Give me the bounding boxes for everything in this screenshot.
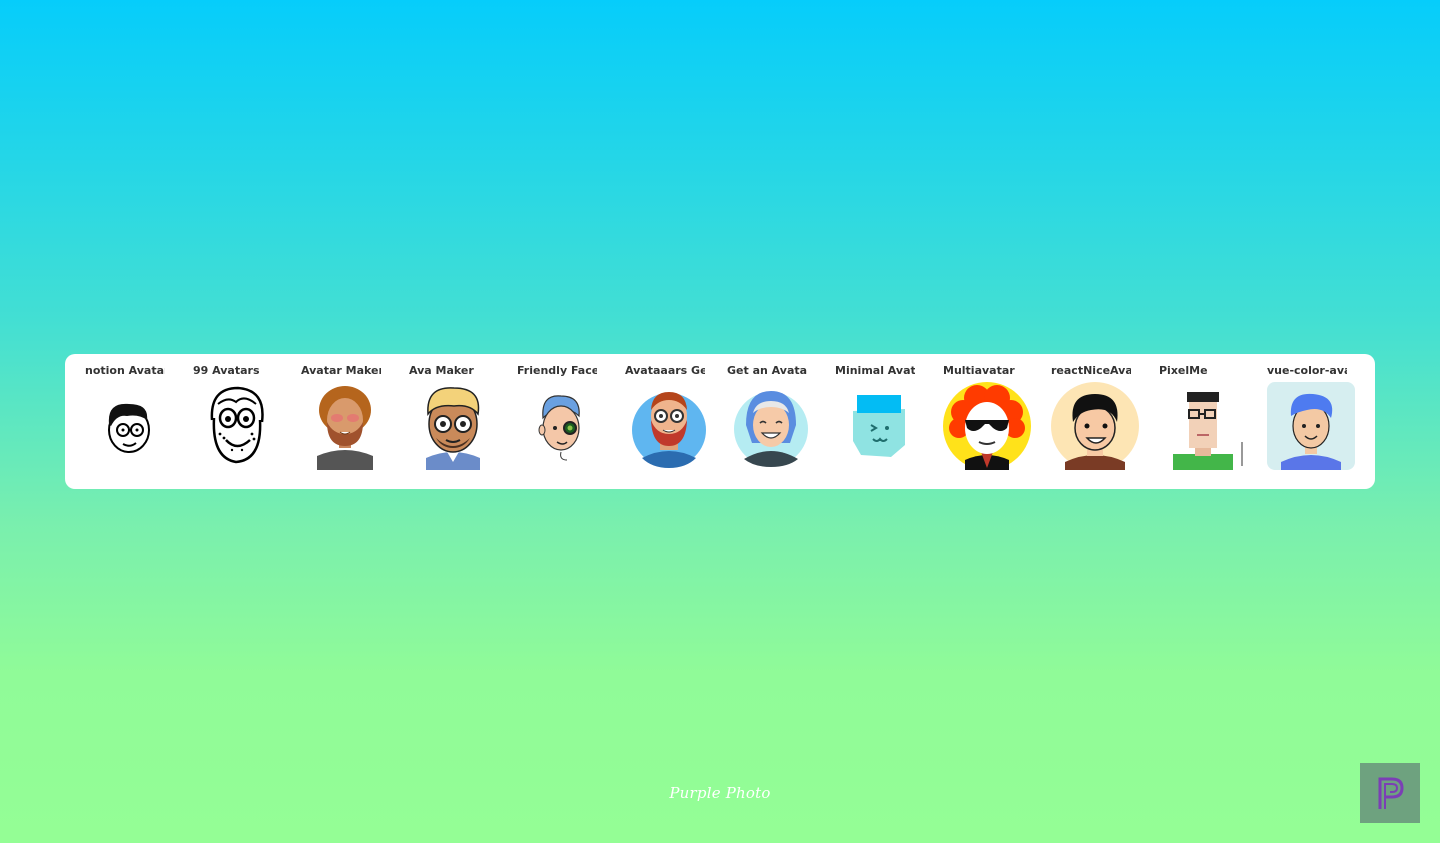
avatar-item-label: reactNiceAvata	[1051, 364, 1131, 377]
watermark-text: Purple Photo	[669, 784, 771, 802]
avatar-item-notion[interactable]: notion Avatar	[85, 354, 175, 489]
avatar-item-99-avatars[interactable]: 99 Avatars	[193, 354, 283, 489]
red-beard-avatar-icon	[625, 382, 713, 470]
avatar-item-label: notion Avatar	[85, 364, 165, 377]
doodle-face-icon	[193, 382, 281, 470]
avatar-item-label: 99 Avatars	[193, 364, 260, 377]
avatar-item-multiavatar[interactable]: Multiavatar	[943, 354, 1033, 489]
avatar-item-pixelme[interactable]: PixelMe	[1159, 354, 1249, 489]
avatar-generators-card: notion Avatar 99 Avatars Avatar Maker Av…	[65, 354, 1375, 489]
avatar-item-label: PixelMe	[1159, 364, 1208, 377]
avatar-item-avataaars-gen[interactable]: Avataaars Gen	[625, 354, 715, 489]
avatar-item-vue-color-avatar[interactable]: vue-color-avatar	[1267, 354, 1357, 489]
avatar-item-minimal-avatar[interactable]: Minimal Avatar	[835, 354, 925, 489]
avatar-item-label: Friendly Faces :	[517, 364, 597, 377]
avatar-item-label: Ava Maker	[409, 364, 474, 377]
avatar-item-label: Avataaars Gen	[625, 364, 705, 377]
avatar-item-label: Minimal Avatar	[835, 364, 915, 377]
avatar-item-label: vue-color-avatar	[1267, 364, 1347, 377]
avatar-item-ava-maker[interactable]: Ava Maker	[409, 354, 499, 489]
curly-beard-avatar-icon	[301, 382, 389, 470]
smiling-boy-avatar-icon	[1051, 382, 1139, 470]
pixel-avatar-icon	[1159, 382, 1247, 470]
line-face-glasses-icon	[85, 382, 173, 470]
minimal-face-icon	[835, 382, 923, 470]
avatar-item-label: Avatar Maker	[301, 364, 381, 377]
hooded-avatar-icon	[727, 382, 815, 470]
avatar-item-label: Multiavatar	[943, 364, 1015, 377]
blue-hair-avatar-icon	[1267, 382, 1355, 470]
avatar-item-get-an-avatar[interactable]: Get an Avatar	[727, 354, 817, 489]
avatar-item-react-nice-avatar[interactable]: reactNiceAvata	[1051, 354, 1141, 489]
purple-p-logo-icon[interactable]	[1360, 763, 1420, 823]
avatar-item-avatar-maker[interactable]: Avatar Maker	[301, 354, 391, 489]
avatar-item-label: Get an Avatar	[727, 364, 807, 377]
avatar-item-friendly-faces[interactable]: Friendly Faces :	[517, 354, 607, 489]
monocle-face-icon	[517, 382, 605, 470]
blonde-beard-avatar-icon	[409, 382, 497, 470]
red-hair-sunglasses-icon	[943, 382, 1031, 470]
